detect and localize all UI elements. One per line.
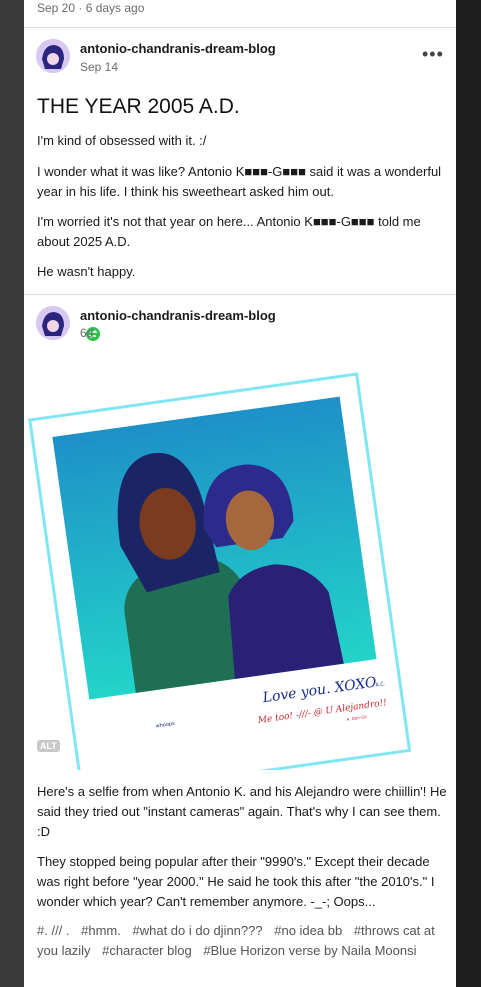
tag[interactable]: #no idea bb — [274, 923, 342, 938]
tag[interactable]: #Blue Horizon verse by Naila Moonsi — [203, 943, 416, 958]
tag[interactable]: #what do i do djinn??? — [133, 923, 263, 938]
tag-list: #. /// . #hmm. #what do i do djinn??? #n… — [37, 921, 447, 961]
avatar[interactable] — [36, 39, 70, 73]
post-paragraph: I'm kind of obsessed with it. :/ — [37, 133, 207, 148]
post-date[interactable]: 6d — [80, 326, 93, 340]
post-paragraph: They stopped being popular after their "… — [37, 854, 435, 909]
avatar[interactable] — [36, 306, 70, 340]
post-title: THE YEAR 2005 A.D. — [37, 95, 240, 118]
post-paragraph: Here's a selfie from when Antonio K. and… — [37, 784, 447, 839]
divider — [24, 27, 456, 28]
post-date[interactable]: Sep 14 — [80, 60, 118, 74]
blog-name[interactable]: antonio-chandranis-dream-blog — [80, 41, 276, 56]
dashboard-feed: Sep 20 · 6 days ago antonio-chandranis-d… — [24, 0, 456, 987]
post-paragraph: I'm worried it's not that year on here..… — [37, 214, 421, 249]
tag[interactable]: #character blog — [102, 943, 192, 958]
left-gutter — [0, 0, 24, 987]
blog-name[interactable]: antonio-chandranis-dream-blog — [80, 308, 276, 323]
post-image[interactable]: Love you. XOXO - A.C. Me too! -///- @ U … — [24, 355, 456, 770]
scrollbar-track[interactable] — [456, 0, 481, 987]
tag[interactable]: #hmm. — [81, 923, 121, 938]
tag[interactable]: #. /// . — [37, 923, 70, 938]
more-horizontal-icon[interactable]: ••• — [422, 44, 444, 65]
alt-text-badge[interactable]: ALT — [37, 740, 60, 752]
divider — [24, 294, 456, 295]
post-paragraph: He wasn't happy. — [37, 264, 136, 279]
previous-post-meta: Sep 20 · 6 days ago — [37, 1, 145, 15]
post-paragraph: I wonder what it was like? Antonio K■■■-… — [37, 164, 442, 199]
